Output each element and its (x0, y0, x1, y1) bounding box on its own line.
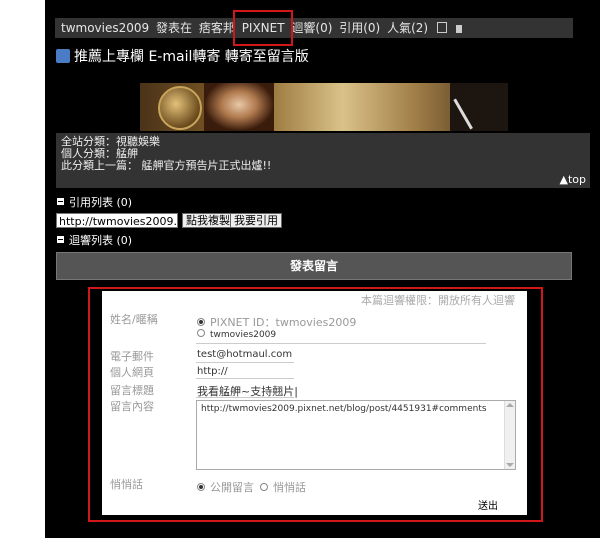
popularity-count: 人氣(2) (387, 21, 429, 35)
copy-button[interactable]: 點我複製 (182, 213, 234, 228)
back-to-top-link[interactable]: ▲top (560, 174, 587, 186)
share-line: 推薦上專欄 E-mail轉寄 轉寄至留言版 (56, 46, 309, 66)
author-name[interactable]: twmovies2009 (61, 21, 149, 35)
replies-list-label: 迴響列表 (0) (69, 234, 133, 247)
collapse-icon[interactable] (57, 198, 64, 205)
banner-image (140, 83, 508, 131)
post-comment-button[interactable]: 發表留言 (56, 252, 572, 280)
highlight-box-form (88, 287, 543, 522)
share-links[interactable]: 推薦上專欄 E-mail轉寄 轉寄至留言版 (74, 49, 309, 65)
replies-list-header[interactable]: 迴響列表 (0) (57, 232, 132, 248)
trackback-list-header[interactable]: 引用列表 (0) (57, 194, 132, 210)
trash-icon[interactable] (455, 25, 462, 33)
medal-emblem (158, 86, 202, 130)
thumbs-up-icon[interactable] (56, 49, 70, 63)
collapse-icon[interactable] (57, 236, 64, 243)
post-meta-bar: twmovies2009 發表在 痞客邦 PIXNET 迴響(0) 引用(0) … (55, 18, 573, 38)
replies-link[interactable]: 迴響(0) (291, 21, 332, 35)
edit-icon[interactable] (436, 22, 447, 33)
trackback-url-input[interactable]: http://twmovies2009.pixne (56, 213, 178, 228)
site-name[interactable]: 痞客邦 (199, 21, 235, 35)
highlight-box-replies (233, 10, 293, 46)
trackback-link[interactable]: 引用(0) (339, 21, 380, 35)
previous-post-link[interactable]: 此分類上一篇： 艋舺官方預告片正式出爐!! (61, 160, 585, 172)
category-box: 全站分類：視聽娛樂 個人分類：艋舺 此分類上一篇： 艋舺官方預告片正式出爐!! … (56, 133, 590, 188)
trackback-button[interactable]: 我要引用 (230, 213, 282, 228)
trackback-list-label: 引用列表 (0) (69, 196, 133, 209)
site-category[interactable]: 全站分類：視聽娛樂 (61, 136, 585, 148)
portrait-photo (204, 83, 274, 131)
posted-in-text: 發表在 (156, 21, 193, 35)
